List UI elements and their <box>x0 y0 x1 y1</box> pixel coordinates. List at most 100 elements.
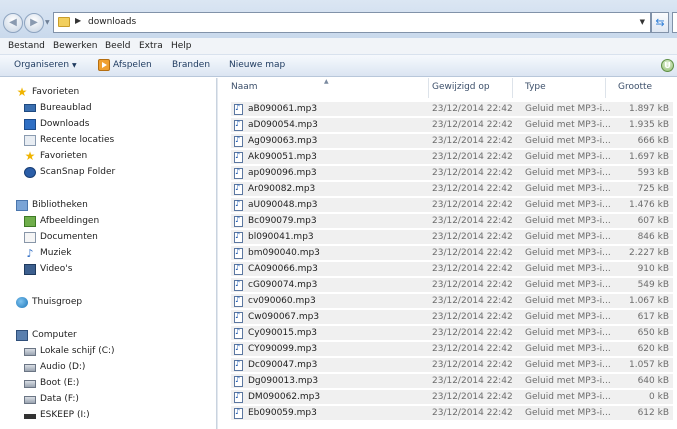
table-row[interactable]: DM090062.mp3 23/12/2014 22:42 Geluid met M… <box>231 390 673 405</box>
table-row[interactable]: bm090040.mp3 23/12/2014 22:42 Geluid met M… <box>231 246 673 261</box>
mp3-file-icon <box>234 199 243 211</box>
hard-drive-icon <box>24 364 36 372</box>
forward-button[interactable]: ▶ <box>24 13 44 33</box>
menu-help[interactable]: Help <box>171 41 192 51</box>
mp3-file-icon <box>234 375 243 387</box>
column-header-type[interactable]: Type <box>513 78 606 98</box>
table-row[interactable]: cG090074.mp3 23/12/2014 22:42 Geluid met M… <box>231 278 673 293</box>
file-modified: 23/12/2014 22:42 <box>432 296 513 306</box>
sort-ascending-icon: ▲ <box>324 78 329 85</box>
mp3-file-icon <box>234 247 243 259</box>
file-modified: 23/12/2014 22:42 <box>432 344 513 354</box>
column-header-size[interactable]: Grootte <box>606 78 677 98</box>
file-size: 0 kB <box>649 392 669 402</box>
file-modified: 23/12/2014 22:42 <box>432 120 513 130</box>
menu-file[interactable]: Bestand <box>8 41 45 51</box>
table-row[interactable]: Cy090015.mp3 23/12/2014 22:42 Geluid met M… <box>231 326 673 341</box>
play-button[interactable]: Afspelen <box>113 60 152 70</box>
mp3-file-icon <box>234 295 243 307</box>
menu-tools[interactable]: Extra <box>139 41 163 51</box>
refresh-icon: ⇆ <box>655 16 665 29</box>
refresh-button[interactable]: ⇆ <box>651 12 669 33</box>
table-row[interactable]: Ar090082.mp3 23/12/2014 22:42 Geluid met M… <box>231 182 673 197</box>
file-size: 549 kB <box>637 280 669 290</box>
navigation-pane: ★ Favorieten Bureaublad Downloads Recent… <box>0 78 216 429</box>
file-modified: 23/12/2014 22:42 <box>432 216 513 226</box>
help-icon[interactable]: U <box>661 59 674 72</box>
mp3-file-icon <box>234 103 243 115</box>
file-list: Naam ▲ Gewijzigd op Type Grootte aB09006… <box>219 78 677 429</box>
file-type: Geluid met MP3-i... <box>525 376 611 386</box>
mp3-file-icon <box>234 119 243 131</box>
file-modified: 23/12/2014 22:42 <box>432 392 513 402</box>
file-size: 620 kB <box>637 344 669 354</box>
file-type: Geluid met MP3-i... <box>525 104 611 114</box>
table-row[interactable]: Cw090067.mp3 23/12/2014 22:42 Geluid met M… <box>231 310 673 325</box>
mp3-file-icon <box>234 279 243 291</box>
file-type: Geluid met MP3-i... <box>525 248 611 258</box>
file-modified: 23/12/2014 22:42 <box>432 152 513 162</box>
file-type: Geluid met MP3-i... <box>525 136 611 146</box>
burn-button[interactable]: Branden <box>172 60 210 70</box>
back-button[interactable]: ◀ <box>3 13 23 33</box>
table-row[interactable]: CY090099.mp3 23/12/2014 22:42 Geluid met M… <box>231 342 673 357</box>
organize-label: Organiseren <box>14 60 70 70</box>
file-name: Ag090063.mp3 <box>248 136 318 146</box>
file-size: 725 kB <box>637 184 669 194</box>
file-name: Bc090079.mp3 <box>248 216 317 226</box>
pane-splitter[interactable] <box>216 78 218 429</box>
file-modified: 23/12/2014 22:42 <box>432 136 513 146</box>
table-row[interactable]: Bc090079.mp3 23/12/2014 22:42 Geluid met M… <box>231 214 673 229</box>
forward-arrow-icon: ▶ <box>30 17 38 28</box>
breadcrumb-current-folder[interactable]: downloads <box>88 17 136 27</box>
address-bar-area: ◀ ▶ ▼ ▶ downloads ▼ ⇆ <box>0 0 677 38</box>
file-size: 650 kB <box>637 328 669 338</box>
file-name: ap090096.mp3 <box>248 168 317 178</box>
mp3-file-icon <box>234 311 243 323</box>
documents-icon <box>24 232 36 243</box>
table-row[interactable]: aB090061.mp3 23/12/2014 22:42 Geluid met M… <box>231 102 673 117</box>
menu-view[interactable]: Beeld <box>105 41 130 51</box>
table-row[interactable]: Dg090013.mp3 23/12/2014 22:42 Geluid met M… <box>231 374 673 389</box>
table-row[interactable]: Ag090063.mp3 23/12/2014 22:42 Geluid met M… <box>231 134 673 149</box>
file-size: 612 kB <box>637 408 669 418</box>
chevron-down-icon: ▼ <box>72 62 77 69</box>
search-input[interactable] <box>672 12 677 33</box>
file-name: bl090041.mp3 <box>248 232 314 242</box>
organize-button[interactable]: Organiseren ▼ <box>14 60 77 70</box>
file-size: 666 kB <box>637 136 669 146</box>
table-row[interactable]: ap090096.mp3 23/12/2014 22:42 Geluid met M… <box>231 166 673 181</box>
recent-pages-dropdown-icon[interactable]: ▼ <box>45 19 50 26</box>
address-input[interactable]: ▶ downloads ▼ <box>53 12 651 33</box>
file-modified: 23/12/2014 22:42 <box>432 376 513 386</box>
file-type: Geluid met MP3-i... <box>525 296 611 306</box>
file-modified: 23/12/2014 22:42 <box>432 200 513 210</box>
file-name: CY090099.mp3 <box>248 344 318 354</box>
file-name: CA090066.mp3 <box>248 264 318 274</box>
column-header-modified[interactable]: Gewijzigd op <box>420 78 513 98</box>
table-row[interactable]: Dc090047.mp3 23/12/2014 22:42 Geluid met M… <box>231 358 673 373</box>
menu-edit[interactable]: Bewerken <box>53 41 97 51</box>
file-modified: 23/12/2014 22:42 <box>432 168 513 178</box>
table-row[interactable]: aU090048.mp3 23/12/2014 22:42 Geluid met M… <box>231 198 673 213</box>
table-row[interactable]: bl090041.mp3 23/12/2014 22:42 Geluid met M… <box>231 230 673 245</box>
file-type: Geluid met MP3-i... <box>525 232 611 242</box>
new-folder-button[interactable]: Nieuwe map <box>229 60 285 70</box>
table-row[interactable]: CA090066.mp3 23/12/2014 22:42 Geluid met M… <box>231 262 673 277</box>
mp3-file-icon <box>234 343 243 355</box>
breadcrumb-chevron-icon[interactable]: ▶ <box>75 16 81 25</box>
table-row[interactable]: Ak090051.mp3 23/12/2014 22:42 Geluid met M… <box>231 150 673 165</box>
file-size: 1.897 kB <box>628 104 669 114</box>
mp3-file-icon <box>234 359 243 371</box>
table-row[interactable]: Eb090059.mp3 23/12/2014 22:42 Geluid met M… <box>231 406 673 421</box>
table-row[interactable]: cv090060.mp3 23/12/2014 22:42 Geluid met M… <box>231 294 673 309</box>
file-type: Geluid met MP3-i... <box>525 328 611 338</box>
file-type: Geluid met MP3-i... <box>525 392 611 402</box>
address-history-dropdown-icon[interactable]: ▼ <box>640 18 645 26</box>
scansnap-icon <box>24 167 36 178</box>
file-name: Ar090082.mp3 <box>248 184 316 194</box>
file-name: Ak090051.mp3 <box>248 152 317 162</box>
mp3-file-icon <box>234 135 243 147</box>
table-row[interactable]: aD090054.mp3 23/12/2014 22:42 Geluid met M… <box>231 118 673 133</box>
file-modified: 23/12/2014 22:42 <box>432 184 513 194</box>
